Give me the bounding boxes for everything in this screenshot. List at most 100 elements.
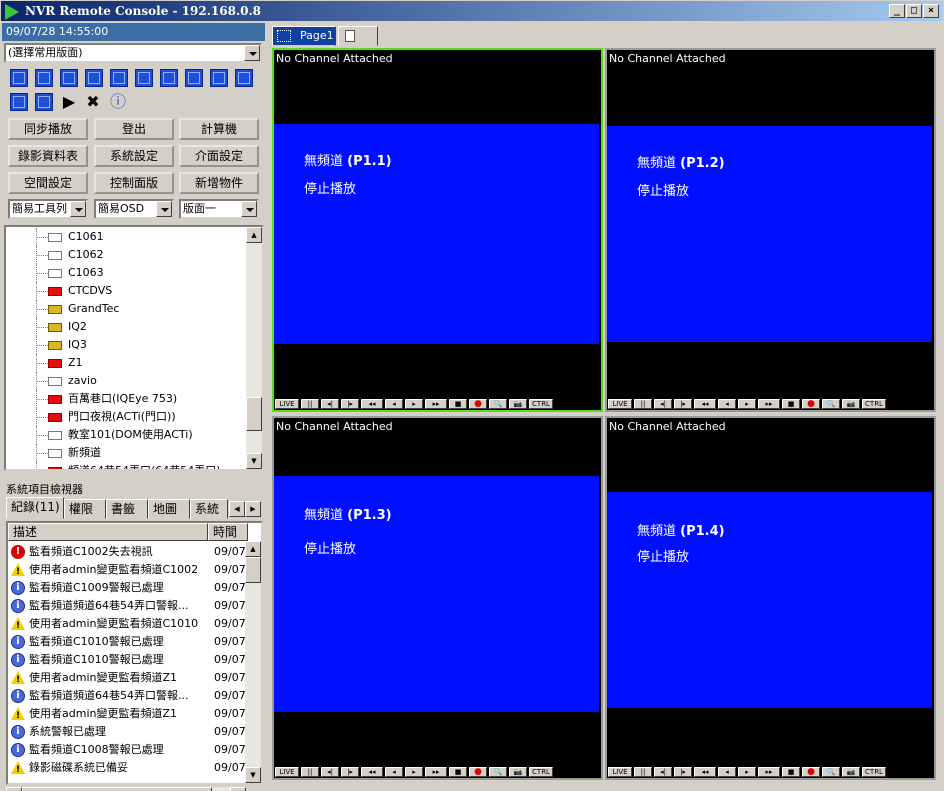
tab-scroll-left-icon[interactable]: ◀ (229, 501, 245, 517)
zoom-button[interactable]: 🔍 (489, 767, 507, 777)
tab-log[interactable]: 紀錄(11) (6, 497, 64, 519)
tree-channel-item[interactable]: 門口夜視(ACTi(門口)) (6, 408, 246, 426)
fast-forward-button[interactable]: ▸▸ (758, 767, 780, 777)
record-button[interactable]: ● (469, 767, 487, 777)
scroll-left-icon[interactable]: ◀ (6, 787, 22, 791)
logout-button[interactable]: 登出 (94, 118, 174, 140)
tree-channel-item[interactable]: IQ2 (6, 318, 246, 336)
event-log-list[interactable]: 描述 時間 ! 監看頻道C1002失去視訊 09/07/! 使用者admin變更監看頻… (6, 521, 263, 785)
step-forward-button[interactable]: |▸ (674, 399, 692, 409)
log-row[interactable]: ! 使用者admin變更監看頻道C1002 09/07/ (8, 561, 249, 579)
layout-1+12-icon[interactable] (185, 69, 203, 87)
log-row[interactable]: i 監看頻道頻道64巷54弄口警報... 09/07/ (8, 687, 249, 705)
tree-channel-item[interactable]: zavio (6, 372, 246, 390)
step-forward-button[interactable]: |▸ (341, 767, 359, 777)
fast-rewind-button[interactable]: ◂◂ (694, 767, 716, 777)
minimize-button[interactable]: _ (889, 4, 905, 18)
layout-10-icon[interactable] (210, 69, 228, 87)
step-back-button[interactable]: ◂| (654, 399, 672, 409)
log-column-time[interactable]: 時間 (208, 523, 248, 541)
space-settings-button[interactable]: 空間設定 (8, 172, 88, 194)
pause-button[interactable]: || (634, 767, 652, 777)
pause-button[interactable]: || (301, 767, 319, 777)
tab-system[interactable]: 系統 (190, 499, 228, 519)
log-row[interactable]: i 監看頻道頻道64巷54弄口警報... 09/07/ (8, 597, 249, 615)
ctrl-button[interactable]: CTRL (529, 767, 553, 777)
zoom-button[interactable]: 🔍 (822, 767, 840, 777)
recording-table-button[interactable]: 錄影資料表 (8, 145, 88, 167)
log-row[interactable]: i 系統警報已處理 09/07/ (8, 723, 249, 741)
stop-button[interactable]: ■ (449, 767, 467, 777)
play-button[interactable]: ▸ (738, 767, 756, 777)
rewind-button[interactable]: ◂ (385, 399, 403, 409)
play-icon[interactable]: ▶ (60, 93, 78, 111)
stop-button[interactable]: ■ (449, 399, 467, 409)
layout-1x1-icon[interactable] (10, 69, 28, 87)
log-row[interactable]: i 監看頻道C1010警報已處理 09/07/ (8, 651, 249, 669)
pause-button[interactable]: || (301, 399, 319, 409)
layout-4x4-icon[interactable] (85, 69, 103, 87)
layout-13-icon[interactable] (10, 93, 28, 111)
log-row[interactable]: ! 使用者admin變更監看頻道C1010 09/07/ (8, 615, 249, 633)
layout-3+4-icon[interactable] (160, 69, 178, 87)
scroll-thumb[interactable] (245, 557, 261, 583)
zoom-button[interactable]: 🔍 (822, 399, 840, 409)
calculator-button[interactable]: 計算機 (179, 118, 259, 140)
tree-channel-item[interactable]: GrandTec (6, 300, 246, 318)
fast-rewind-button[interactable]: ◂◂ (361, 399, 383, 409)
video-cell[interactable]: No Channel Attached 無頻道 (P1.3) 停止播放 LIVE || ◂… (272, 416, 603, 780)
tree-channel-item[interactable]: CTCDVS (6, 282, 246, 300)
fast-forward-button[interactable]: ▸▸ (758, 399, 780, 409)
toolbar-mode-select[interactable]: 簡易工具列 (8, 199, 88, 219)
log-row[interactable]: ! 監看頻道C1002失去視訊 09/07/ (8, 543, 249, 561)
play-button[interactable]: ▸ (405, 767, 423, 777)
live-button[interactable]: LIVE (275, 399, 299, 409)
record-button[interactable]: ● (469, 399, 487, 409)
snapshot-button[interactable]: 📷 (842, 399, 860, 409)
layout-1+5-icon[interactable] (110, 69, 128, 87)
pause-button[interactable]: || (634, 399, 652, 409)
log-row[interactable]: ! 錄影磁碟系統已備妥 09/07/ (8, 759, 249, 777)
layout-2x2-icon[interactable] (35, 69, 53, 87)
channel-tree[interactable]: C1061 C1062 C1063 CTCDVS GrandTec IQ2 IQ3 Z1 zav… (4, 225, 264, 471)
tab-bookmarks[interactable]: 書籤 (106, 499, 148, 519)
layout-16-icon[interactable] (35, 93, 53, 111)
sync-play-button[interactable]: 同步播放 (8, 118, 88, 140)
fast-rewind-button[interactable]: ◂◂ (694, 399, 716, 409)
log-row[interactable]: ! 使用者admin變更監看頻道Z1 09/07/ (8, 705, 249, 723)
add-object-button[interactable]: 新增物件 (179, 172, 259, 194)
new-page-tab[interactable] (338, 26, 378, 46)
video-cell[interactable]: No Channel Attached 無頻道 (P1.1) 停止播放 LIVE || ◂… (272, 48, 603, 412)
fast-rewind-button[interactable]: ◂◂ (361, 767, 383, 777)
snapshot-button[interactable]: 📷 (509, 399, 527, 409)
rewind-button[interactable]: ◂ (718, 399, 736, 409)
tab-scroll-right-icon[interactable]: ▶ (245, 501, 261, 517)
video-cell[interactable]: No Channel Attached 無頻道 (P1.2) 停止播放 LIVE || ◂… (605, 48, 936, 412)
layout-12-icon[interactable] (235, 69, 253, 87)
tree-channel-item[interactable]: 頻道64巷54弄口(64巷54弄口) (6, 462, 246, 469)
step-back-button[interactable]: ◂| (321, 399, 339, 409)
control-panel-button[interactable]: 控制面版 (94, 172, 174, 194)
tree-channel-item[interactable]: 百萬巷口(IQEye 753) (6, 390, 246, 408)
snapshot-button[interactable]: 📷 (509, 767, 527, 777)
ctrl-button[interactable]: CTRL (862, 399, 886, 409)
live-button[interactable]: LIVE (275, 767, 299, 777)
step-back-button[interactable]: ◂| (321, 767, 339, 777)
rewind-button[interactable]: ◂ (385, 767, 403, 777)
live-button[interactable]: LIVE (608, 767, 632, 777)
rewind-button[interactable]: ◂ (718, 767, 736, 777)
log-column-description[interactable]: 描述 (8, 523, 208, 541)
step-forward-button[interactable]: |▸ (341, 399, 359, 409)
scroll-thumb[interactable] (22, 787, 212, 791)
stop-button[interactable]: ■ (782, 767, 800, 777)
tree-channel-item[interactable]: C1061 (6, 228, 246, 246)
layout-1+7-icon[interactable] (135, 69, 153, 87)
scroll-down-icon[interactable]: ▼ (246, 453, 262, 469)
tree-channel-item[interactable]: C1062 (6, 246, 246, 264)
log-horizontal-scrollbar[interactable]: ◀ ▶ (6, 787, 246, 791)
live-button[interactable]: LIVE (608, 399, 632, 409)
osd-mode-select[interactable]: 簡易OSD (94, 199, 174, 219)
stop-button[interactable]: ■ (782, 399, 800, 409)
tab-map[interactable]: 地圖 (148, 499, 190, 519)
video-cell[interactable]: No Channel Attached 無頻道 (P1.4) 停止播放 LIVE || ◂… (605, 416, 936, 780)
